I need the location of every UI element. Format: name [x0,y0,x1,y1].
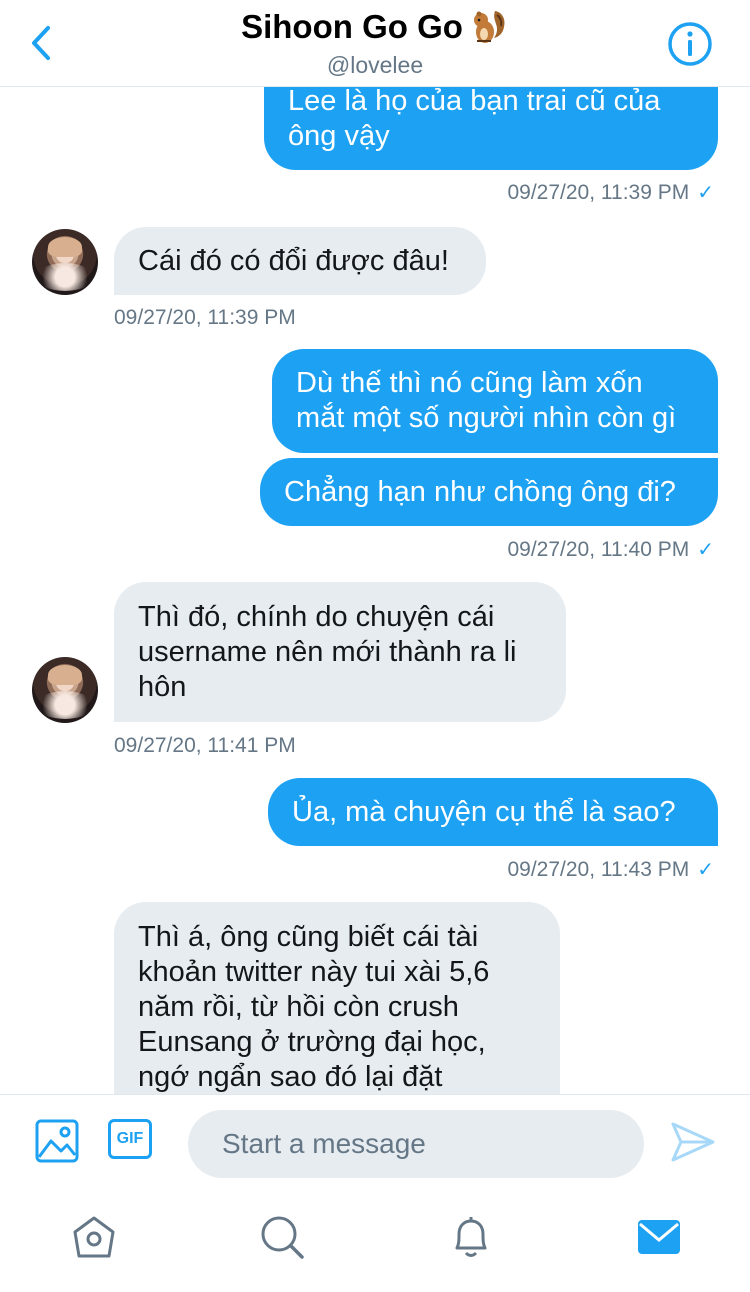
read-check-icon: ✓ [697,182,714,204]
avatar[interactable] [32,229,98,295]
message-timestamp: 09/27/20, 11:39 PM ✓ [507,181,714,204]
message-timestamp: 09/27/20, 11:41 PM [114,734,296,757]
gif-button[interactable]: GIF [108,1119,152,1159]
display-name: Sihoon Go Go [241,8,463,45]
page-title: Sihoon Go Go [241,6,509,48]
read-check-icon: ✓ [697,539,714,561]
home-icon[interactable] [71,1214,117,1260]
message-timestamp: 09/27/20, 11:39 PM [114,306,296,329]
message-line: hôn [138,671,187,703]
message-bubble-outgoing[interactable]: Ủa, mà chuyện cụ thể là sao? [268,778,718,846]
image-icon[interactable] [35,1119,79,1163]
messages-icon[interactable] [636,1214,682,1260]
message-line: Thì đó, chính do chuyện cái [138,601,495,633]
message-line: năm rồi, từ hồi còn crush [138,991,459,1023]
message-timestamp: 09/27/20, 11:43 PM ✓ [507,858,714,881]
message-line: Thì á, ông cũng biết cái tài [138,921,479,953]
message-input[interactable] [188,1110,644,1178]
message-bubble-incoming[interactable]: Thì á, ông cũng biết cái tài khoản twitt… [114,902,560,1094]
message-line: ngớ ngẩn sao đó lại đặt [138,1061,443,1093]
info-icon[interactable] [666,20,714,68]
bottom-tab-bar [0,1194,750,1292]
chipmunk-icon [473,11,505,43]
message-bubble-outgoing[interactable]: Dù thế thì nó cũng làm xốn mắt một số ng… [272,349,718,453]
message-line: ông vậy [288,120,390,152]
message-composer: GIF [0,1094,750,1195]
message-text: Chẳng hạn như chồng ông đi? [284,476,676,508]
conversation-header: Sihoon Go Go @lovelee [0,0,750,87]
message-text: Ủa, mà chuyện cụ thể là sao? [292,796,676,828]
read-check-icon: ✓ [697,859,714,881]
message-line: mắt một số người nhìn còn gì [296,402,677,434]
message-line: Eunsang ở trường đại học, [138,1026,486,1058]
message-line: Lee là họ của bạn trai cũ của [288,85,661,117]
message-line: username nên mới thành ra li [138,636,517,668]
avatar[interactable] [32,657,98,723]
user-handle: @lovelee [326,52,424,78]
message-line: Dù thế thì nó cũng làm xốn [296,367,643,399]
message-text: Cái đó có đổi được đâu! [138,245,449,277]
message-line: khoản twitter này tui xài 5,6 [138,956,490,988]
search-icon[interactable] [259,1214,305,1260]
header-title-block: Sihoon Go Go @lovelee [0,6,750,80]
message-bubble-incoming[interactable]: Cái đó có đổi được đâu! [114,227,486,295]
notifications-icon[interactable] [448,1214,494,1260]
message-bubble-incoming[interactable]: Thì đó, chính do chuyện cái username nên… [114,582,566,722]
message-bubble-outgoing[interactable]: Chẳng hạn như chồng ông đi? [260,458,718,526]
conversation[interactable]: Lee là họ của bạn trai cũ của ông vậy 09… [0,0,750,1094]
message-timestamp: 09/27/20, 11:40 PM ✓ [507,538,714,561]
send-icon[interactable] [670,1121,716,1163]
